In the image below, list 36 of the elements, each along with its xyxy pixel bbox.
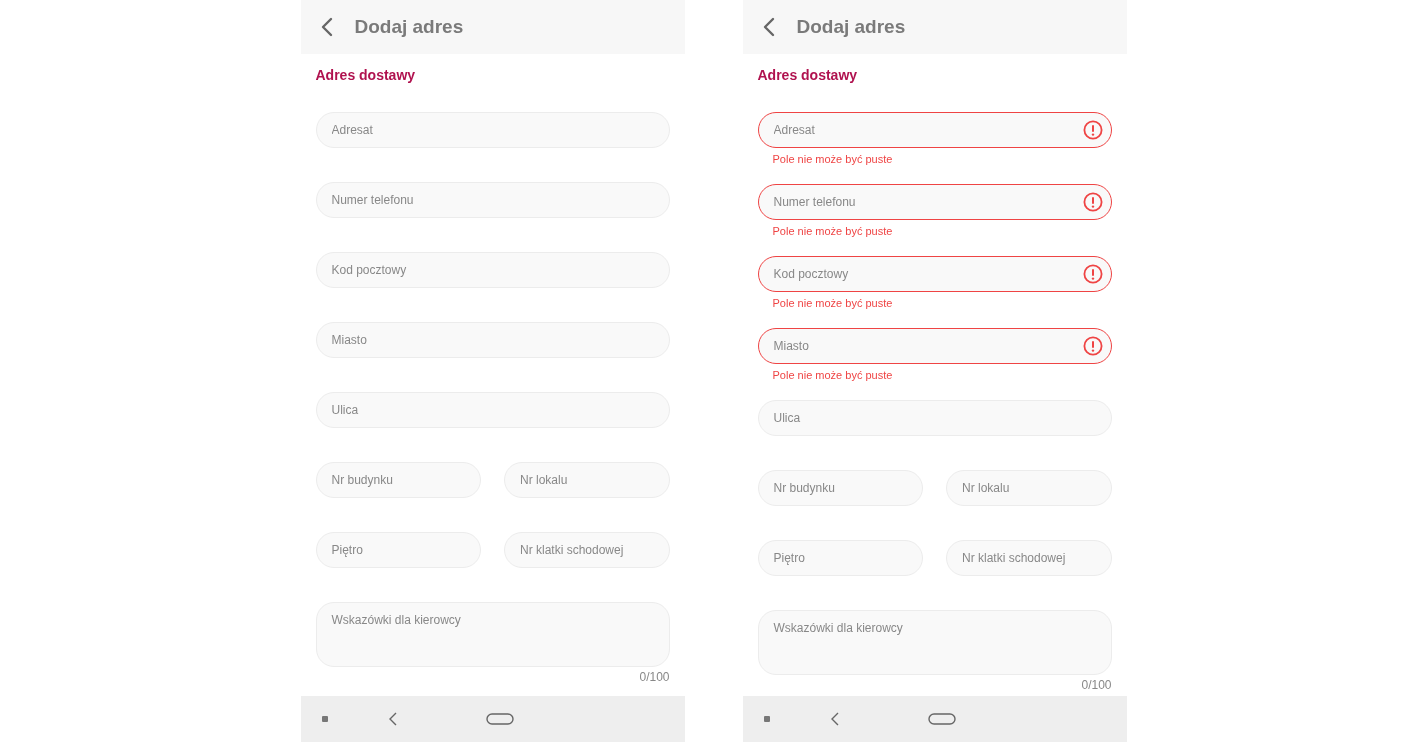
text-area[interactable]: Wskazówki dla kierowcy: [315, 602, 670, 667]
square-icon: [321, 716, 328, 722]
error-icon: [1082, 120, 1103, 140]
error-icon: [1082, 264, 1103, 284]
home-button[interactable]: [485, 713, 514, 725]
text-area[interactable]: Wskazówki dla kierowcy: [757, 610, 1112, 675]
back-icon: [829, 712, 839, 726]
back-button[interactable]: [762, 17, 775, 37]
home-button[interactable]: [927, 713, 956, 725]
recent-apps-button[interactable]: [321, 716, 328, 722]
error-icon: [1082, 192, 1103, 212]
error-icon: [1082, 336, 1103, 356]
section-title: Adres dostawy: [315, 66, 417, 84]
error-message: Pole nie może być puste: [771, 152, 894, 167]
error-message: Pole nie może być puste: [771, 224, 894, 239]
back-button[interactable]: [829, 712, 839, 726]
character-counter: 0/100: [638, 669, 670, 685]
back-button[interactable]: [320, 17, 333, 37]
back-button[interactable]: [387, 712, 397, 726]
back-icon: [320, 17, 333, 37]
input-field[interactable]: Kod pocztowy: [757, 256, 1112, 292]
square-icon: [763, 716, 770, 722]
back-icon: [387, 712, 397, 726]
error-message: Pole nie może być puste: [771, 296, 894, 311]
home-pill-icon: [927, 713, 956, 725]
input-field[interactable]: Numer telefonu: [757, 184, 1112, 220]
input-field[interactable]: Adresat: [757, 112, 1112, 148]
recent-apps-button[interactable]: [763, 716, 770, 722]
screen-title: Dodaj adres: [354, 16, 464, 38]
error-message: Pole nie może być puste: [771, 368, 894, 383]
input-field[interactable]: Miasto: [757, 328, 1112, 364]
back-icon: [762, 17, 775, 37]
character-counter: 0/100: [1080, 677, 1112, 693]
section-title: Adres dostawy: [757, 66, 859, 84]
home-pill-icon: [485, 713, 514, 725]
screen-title: Dodaj adres: [796, 16, 906, 38]
